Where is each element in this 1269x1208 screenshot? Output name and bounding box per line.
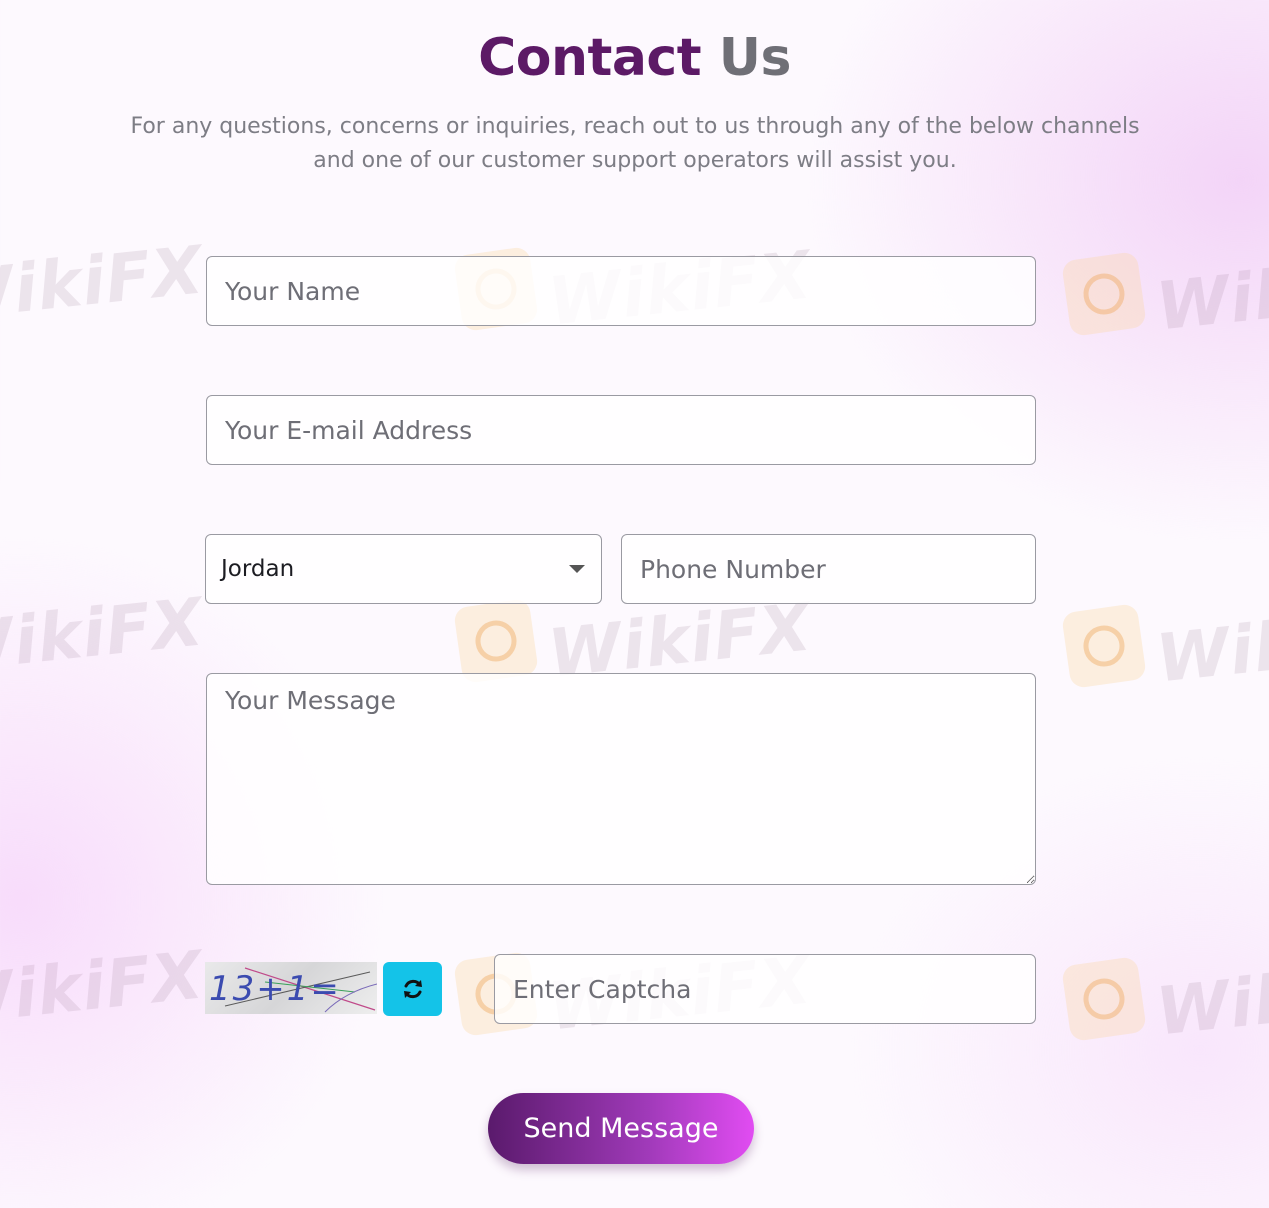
email-input[interactable] bbox=[206, 395, 1036, 465]
captcha-image: 13+1= bbox=[205, 962, 377, 1014]
watermark: WikiFX bbox=[0, 231, 207, 335]
watermark-text: WikiFX bbox=[0, 583, 208, 688]
country-select-value: Jordan bbox=[221, 556, 295, 582]
watermark-text: WikiFX bbox=[1152, 946, 1269, 1051]
watermark: WikiFX bbox=[1061, 593, 1269, 698]
watermark-text: WikiFX bbox=[1152, 593, 1269, 698]
captcha-refresh-button[interactable] bbox=[383, 962, 442, 1016]
page-title-secondary: Us bbox=[718, 28, 792, 88]
watermark-text: WikiFX bbox=[1152, 241, 1269, 346]
captcha-input[interactable] bbox=[494, 954, 1036, 1024]
subtitle-line-1: For any questions, concerns or inquiries… bbox=[130, 114, 1140, 139]
watermark-text: WikiFX bbox=[0, 231, 208, 336]
captcha-text: 13+1= bbox=[209, 969, 341, 1009]
wikifx-logo-icon bbox=[453, 597, 539, 684]
name-input[interactable] bbox=[206, 256, 1036, 326]
refresh-icon bbox=[403, 979, 422, 999]
send-message-button[interactable]: Send Message bbox=[488, 1093, 754, 1164]
message-textarea[interactable] bbox=[206, 673, 1036, 885]
caret-down-icon bbox=[569, 565, 585, 573]
country-select[interactable]: Jordan bbox=[205, 534, 602, 604]
page-title-primary: Contact bbox=[478, 28, 702, 88]
wikifx-logo-icon bbox=[1061, 250, 1147, 337]
watermark-text: WikiFX bbox=[0, 936, 208, 1041]
watermark: WikiFX bbox=[0, 936, 207, 1040]
watermark: WikiFX bbox=[453, 588, 815, 693]
watermark: WikiFX bbox=[0, 583, 207, 687]
wikifx-logo-icon bbox=[1061, 955, 1147, 1042]
subtitle-line-2: and one of our customer support operator… bbox=[313, 148, 957, 173]
watermark: WikiFX bbox=[1061, 241, 1269, 346]
page-title: Contact Us bbox=[0, 28, 1269, 88]
wikifx-logo-icon bbox=[1061, 602, 1147, 689]
page-subtitle: For any questions, concerns or inquiries… bbox=[95, 110, 1175, 178]
phone-input[interactable] bbox=[621, 534, 1036, 604]
watermark: WikiFX bbox=[1061, 946, 1269, 1051]
